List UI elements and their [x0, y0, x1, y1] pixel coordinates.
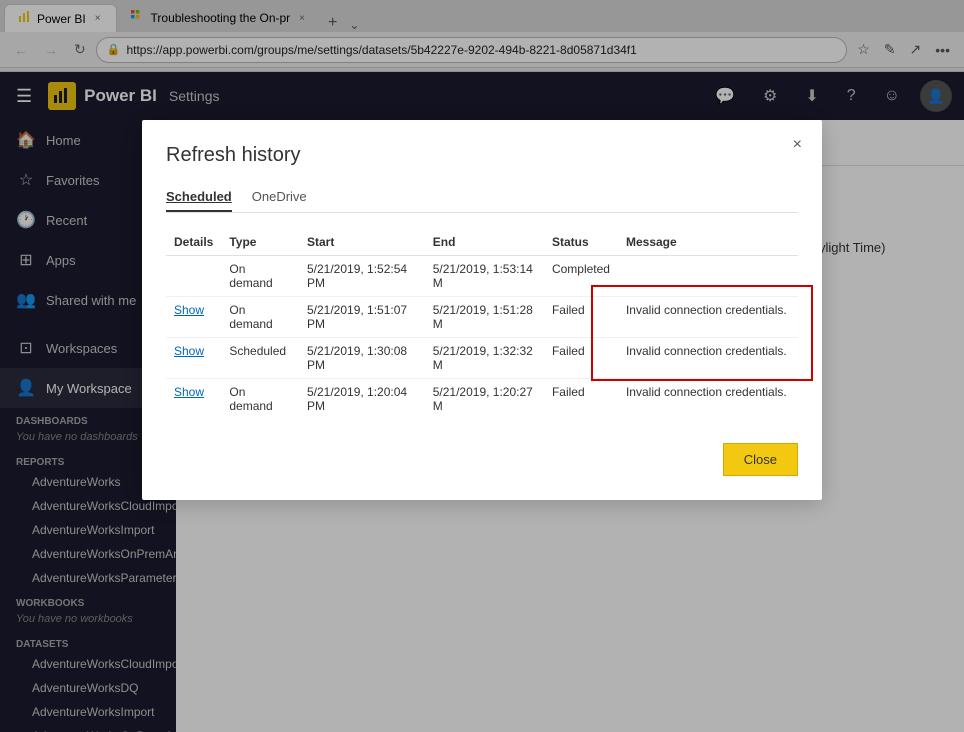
row3-start: 5/21/2019, 1:20:04 PM: [299, 379, 425, 420]
refresh-table: Details Type Start End Status Message On…: [166, 229, 798, 419]
row1-message: Invalid connection credentials.: [618, 297, 798, 338]
row0-end: 5/21/2019, 1:53:14 M: [425, 256, 544, 297]
col-start: Start: [299, 229, 425, 256]
modal-overlay: Refresh history × Scheduled OneDrive Det…: [0, 0, 964, 732]
row3-end: 5/21/2019, 1:20:27 M: [425, 379, 544, 420]
row0-start: 5/21/2019, 1:52:54 PM: [299, 256, 425, 297]
row0-message: [618, 256, 798, 297]
row0-details: [166, 256, 221, 297]
row3-message: Invalid connection credentials.: [618, 379, 798, 420]
col-message: Message: [618, 229, 798, 256]
row1-status: Failed: [544, 297, 618, 338]
modal-title: Refresh history: [166, 144, 798, 167]
table-row-2: Show Scheduled 5/21/2019, 1:30:08 PM 5/2…: [166, 338, 798, 379]
show-link-2[interactable]: Show: [174, 344, 204, 358]
modal-tab-onedrive[interactable]: OneDrive: [252, 183, 307, 212]
col-details: Details: [166, 229, 221, 256]
table-row-3: Show On demand 5/21/2019, 1:20:04 PM 5/2…: [166, 379, 798, 420]
refresh-history-modal: Refresh history × Scheduled OneDrive Det…: [142, 120, 822, 500]
close-button[interactable]: Close: [723, 443, 798, 476]
table-row-1: Show On demand 5/21/2019, 1:51:07 PM 5/2…: [166, 297, 798, 338]
row3-type: On demand: [221, 379, 299, 420]
table-wrapper: Details Type Start End Status Message On…: [166, 229, 798, 419]
row1-type: On demand: [221, 297, 299, 338]
row0-status: Completed: [544, 256, 618, 297]
modal-close-button[interactable]: ×: [785, 132, 810, 158]
row1-end: 5/21/2019, 1:51:28 M: [425, 297, 544, 338]
row3-status: Failed: [544, 379, 618, 420]
row2-status: Failed: [544, 338, 618, 379]
modal-footer: Close: [166, 443, 798, 476]
row3-details: Show: [166, 379, 221, 420]
modal-tab-scheduled[interactable]: Scheduled: [166, 183, 232, 212]
col-end: End: [425, 229, 544, 256]
row2-end: 5/21/2019, 1:32:32 M: [425, 338, 544, 379]
row0-type: On demand: [221, 256, 299, 297]
col-status: Status: [544, 229, 618, 256]
show-link-1[interactable]: Show: [174, 303, 204, 317]
table-row-0: On demand 5/21/2019, 1:52:54 PM 5/21/201…: [166, 256, 798, 297]
row2-type: Scheduled: [221, 338, 299, 379]
row2-message: Invalid connection credentials.: [618, 338, 798, 379]
modal-tabs: Scheduled OneDrive: [166, 183, 798, 213]
row2-details: Show: [166, 338, 221, 379]
row1-start: 5/21/2019, 1:51:07 PM: [299, 297, 425, 338]
col-type: Type: [221, 229, 299, 256]
row1-details: Show: [166, 297, 221, 338]
show-link-3[interactable]: Show: [174, 385, 204, 399]
row2-start: 5/21/2019, 1:30:08 PM: [299, 338, 425, 379]
